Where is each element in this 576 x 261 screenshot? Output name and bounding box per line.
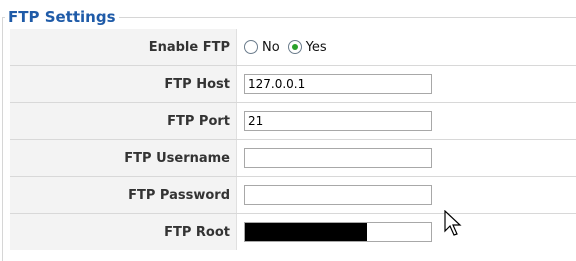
redacted-value <box>245 223 367 241</box>
ftp-password-input[interactable] <box>244 185 432 205</box>
label-ftp-root: FTP Root <box>10 214 237 250</box>
radio-option-no[interactable]: No <box>244 40 280 55</box>
label-ftp-host: FTP Host <box>10 66 237 102</box>
label-ftp-password: FTP Password <box>10 177 237 213</box>
fieldset-legend: FTP Settings <box>5 9 119 26</box>
radio-yes-label: Yes <box>305 39 327 55</box>
ftp-settings-table: Enable FTP No Yes FTP Host 127.0.0.1 FTP… <box>10 29 576 250</box>
arrow-cursor-icon <box>444 210 462 236</box>
row-ftp-port: FTP Port 21 <box>10 103 576 140</box>
label-ftp-username: FTP Username <box>10 140 237 176</box>
ftp-port-input[interactable]: 21 <box>244 111 432 131</box>
label-enable-ftp: Enable FTP <box>10 29 237 65</box>
ftp-username-input[interactable] <box>244 148 432 168</box>
row-ftp-root: FTP Root <box>10 214 576 250</box>
row-ftp-host: FTP Host 127.0.0.1 <box>10 66 576 103</box>
label-ftp-port: FTP Port <box>10 103 237 139</box>
row-ftp-password: FTP Password <box>10 177 576 214</box>
row-enable-ftp: Enable FTP No Yes <box>10 29 576 66</box>
radio-yes[interactable] <box>287 40 302 54</box>
row-ftp-username: FTP Username <box>10 140 576 177</box>
ftp-root-input[interactable] <box>244 222 432 242</box>
radio-no[interactable] <box>244 40 258 54</box>
enable-ftp-options: No Yes <box>244 29 335 65</box>
radio-option-yes[interactable]: Yes <box>287 39 327 55</box>
fieldset-left-border <box>2 17 3 261</box>
ftp-host-input[interactable]: 127.0.0.1 <box>244 74 432 94</box>
radio-no-label: No <box>262 39 280 55</box>
